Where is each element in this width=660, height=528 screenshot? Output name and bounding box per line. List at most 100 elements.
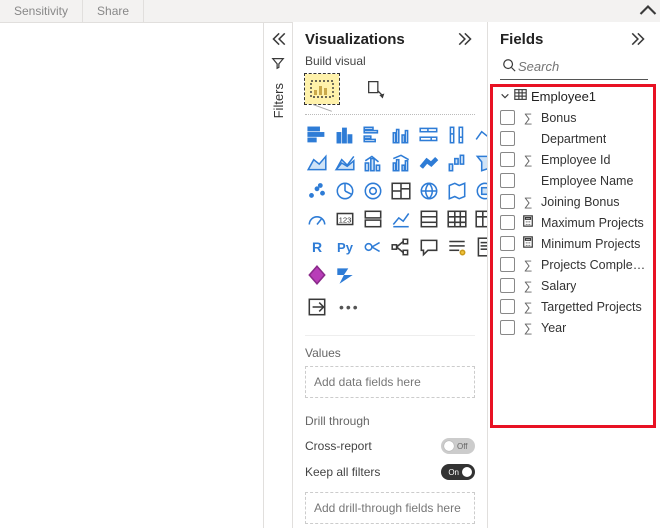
search-icon: [502, 58, 516, 75]
ribbon: Sensitivity Share: [0, 0, 660, 23]
viz-smart-narrative-icon[interactable]: [445, 235, 469, 259]
viz-powerapps-icon[interactable]: [305, 263, 329, 287]
field-item[interactable]: Minimum Projects: [500, 236, 648, 251]
viz-gallery: 123 R Py: [305, 123, 475, 287]
viz-more-menu[interactable]: •••: [339, 299, 360, 315]
drillthrough-section-label: Drill through: [305, 414, 475, 428]
field-item[interactable]: ∑Salary: [500, 278, 648, 293]
visualizations-title: Visualizations: [305, 31, 457, 48]
field-item[interactable]: ∑Projects Complet…: [500, 257, 648, 272]
viz-slicer-icon[interactable]: [417, 207, 441, 231]
checkbox[interactable]: [500, 257, 515, 272]
viz-decomposition-tree-icon[interactable]: [389, 235, 413, 259]
viz-line-chart-icon[interactable]: [473, 123, 487, 147]
calculator-icon: [521, 215, 535, 230]
keep-all-filters-label: Keep all filters: [305, 465, 380, 479]
chevrons-left-icon[interactable]: [269, 30, 287, 48]
fields-list: ∑Bonus Department ∑Employee Id Employee …: [500, 110, 648, 335]
calculator-icon: [521, 236, 535, 251]
viz-scatter-icon[interactable]: [305, 179, 329, 203]
field-item[interactable]: ∑Employee Id: [500, 152, 648, 167]
build-visual-button[interactable]: [305, 74, 339, 104]
viz-azure-map-icon[interactable]: [473, 179, 487, 203]
field-item[interactable]: ∑Bonus: [500, 110, 648, 125]
field-item[interactable]: Maximum Projects: [500, 215, 648, 230]
chevron-down-icon: [500, 89, 510, 104]
viz-ribbon-chart-icon[interactable]: [417, 151, 441, 175]
ribbon-share[interactable]: Share: [83, 0, 144, 22]
checkbox[interactable]: [500, 278, 515, 293]
checkbox[interactable]: [500, 194, 515, 209]
viz-clustered-bar-icon[interactable]: [361, 123, 385, 147]
viz-get-more-icon[interactable]: [305, 295, 329, 319]
cross-report-label: Cross-report: [305, 439, 372, 453]
viz-multirow-card-icon[interactable]: [361, 207, 385, 231]
filters-label: Filters: [271, 83, 286, 118]
sigma-icon: ∑: [521, 195, 535, 209]
viz-stacked-bar-icon[interactable]: [305, 123, 329, 147]
values-drop-zone[interactable]: Add data fields here: [305, 366, 475, 398]
viz-map-icon[interactable]: [417, 179, 441, 203]
viz-py-visual-icon[interactable]: Py: [333, 235, 357, 259]
field-item[interactable]: Department: [500, 131, 648, 146]
viz-key-influencers-icon[interactable]: [361, 235, 385, 259]
viz-card-icon[interactable]: 123: [333, 207, 357, 231]
viz-clustered-column-icon[interactable]: [389, 123, 413, 147]
viz-funnel-icon[interactable]: [473, 151, 487, 175]
funnel-icon: [271, 56, 285, 73]
checkbox[interactable]: [500, 215, 515, 230]
format-visual-button[interactable]: [359, 74, 393, 104]
viz-area-chart-icon[interactable]: [305, 151, 329, 175]
viz-donut-icon[interactable]: [361, 179, 385, 203]
visualizations-pane: Visualizations Build visual: [292, 22, 487, 528]
viz-100-stacked-bar-icon[interactable]: [417, 123, 441, 147]
checkbox[interactable]: [500, 110, 515, 125]
ribbon-sensitivity[interactable]: Sensitivity: [0, 0, 83, 22]
viz-100-stacked-column-icon[interactable]: [445, 123, 469, 147]
field-item[interactable]: ∑Targetted Projects: [500, 299, 648, 314]
viz-r-visual-icon[interactable]: R: [305, 235, 329, 259]
sigma-icon: ∑: [521, 153, 535, 167]
field-item[interactable]: ∑Joining Bonus: [500, 194, 648, 209]
checkbox[interactable]: [500, 152, 515, 167]
viz-waterfall-icon[interactable]: [445, 151, 469, 175]
checkbox[interactable]: [500, 320, 515, 335]
build-visual-label: Build visual: [305, 54, 475, 68]
viz-line-clustered-column-icon[interactable]: [389, 151, 413, 175]
field-item[interactable]: Employee Name: [500, 173, 648, 188]
viz-stacked-column-icon[interactable]: [333, 123, 357, 147]
checkbox[interactable]: [500, 236, 515, 251]
keep-all-filters-toggle[interactable]: On: [441, 464, 475, 480]
checkbox[interactable]: [500, 299, 515, 314]
sigma-icon: ∑: [521, 321, 535, 335]
viz-power-automate-icon[interactable]: [333, 263, 357, 287]
cross-report-toggle[interactable]: Off: [441, 438, 475, 454]
viz-paginated-report-icon[interactable]: [473, 235, 487, 259]
fields-search[interactable]: [500, 54, 648, 80]
filters-pane-collapsed[interactable]: Filters: [263, 22, 292, 528]
checkbox[interactable]: [500, 173, 515, 188]
sigma-icon: ∑: [521, 258, 535, 272]
ribbon-collapse-icon[interactable]: [636, 0, 660, 22]
report-canvas[interactable]: [0, 22, 263, 528]
viz-stacked-area-icon[interactable]: [333, 151, 357, 175]
viz-filled-map-icon[interactable]: [445, 179, 469, 203]
viz-pie-icon[interactable]: [333, 179, 357, 203]
field-item[interactable]: ∑Year: [500, 320, 648, 335]
chevrons-right-icon[interactable]: [630, 30, 648, 48]
sigma-icon: ∑: [521, 300, 535, 314]
viz-line-stacked-column-icon[interactable]: [361, 151, 385, 175]
drillthrough-drop-zone[interactable]: Add drill-through fields here: [305, 492, 475, 524]
viz-kpi-icon[interactable]: [389, 207, 413, 231]
viz-table-icon[interactable]: [445, 207, 469, 231]
viz-gauge-icon[interactable]: [305, 207, 329, 231]
chevrons-right-icon[interactable]: [457, 30, 475, 48]
viz-qna-icon[interactable]: [417, 235, 441, 259]
viz-treemap-icon[interactable]: [389, 179, 413, 203]
table-name: Employee1: [531, 89, 596, 104]
viz-matrix-icon[interactable]: [473, 207, 487, 231]
checkbox[interactable]: [500, 131, 515, 146]
sigma-icon: ∑: [521, 111, 535, 125]
table-header-employee1[interactable]: Employee1: [500, 88, 648, 104]
search-input[interactable]: [516, 58, 660, 75]
